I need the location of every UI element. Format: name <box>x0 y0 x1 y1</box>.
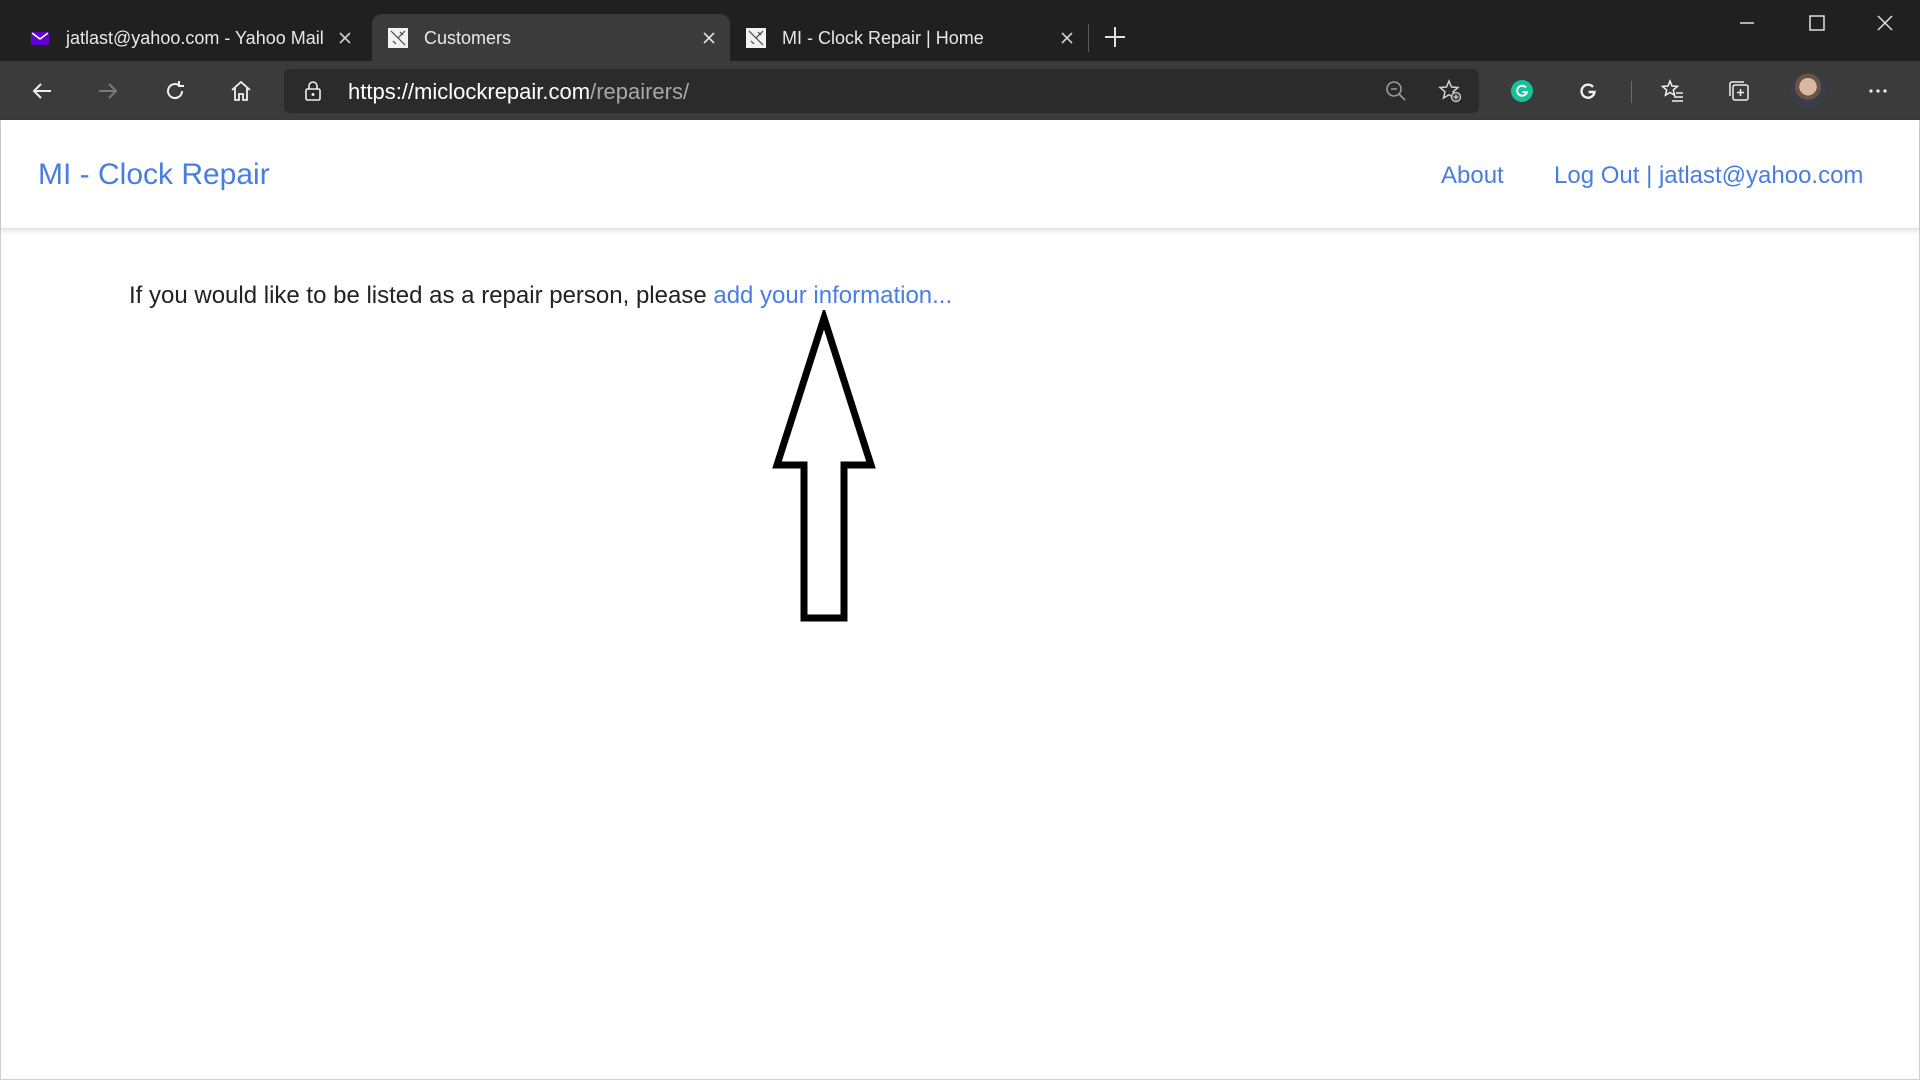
repairer-signup-message: If you would like to be listed as a repa… <box>129 282 952 310</box>
maximize-window-icon[interactable] <box>1790 6 1844 42</box>
message-text: If you would like to be listed as a repa… <box>129 282 714 309</box>
url-text[interactable]: https://miclockrepair.com/repairers/ <box>348 80 689 104</box>
home-button[interactable] <box>221 71 261 111</box>
grammarly-extension-button[interactable] <box>1502 71 1542 111</box>
google-extension-button[interactable] <box>1568 71 1608 111</box>
refresh-icon <box>167 81 184 100</box>
tab-divider <box>1088 24 1089 52</box>
nav-logout-link[interactable]: Log Out | jatlast@yahoo.com <box>1554 162 1863 190</box>
back-button[interactable] <box>22 71 62 111</box>
add-favorite-star-icon[interactable] <box>1438 79 1462 103</box>
tab-title: Customers <box>424 28 512 48</box>
grammarly-icon <box>1511 80 1533 102</box>
arrow-right-icon <box>99 83 118 99</box>
browser-toolbar: https://miclockrepair.com/repairers/ <box>0 61 1920 120</box>
site-favicon-icon <box>388 28 408 48</box>
site-navbar: MI - Clock Repair About Log Out | jatlas… <box>1 120 1919 229</box>
home-icon <box>231 80 251 101</box>
add-information-link[interactable]: add your information... <box>713 282 952 309</box>
forward-button[interactable] <box>88 71 128 111</box>
close-tab-icon[interactable] <box>334 27 356 49</box>
url-host: https://miclockrepair.com <box>348 79 591 104</box>
mail-envelope-icon <box>31 32 49 45</box>
site-brand-link[interactable]: MI - Clock Repair <box>38 158 270 192</box>
favorites-button[interactable] <box>1653 71 1693 111</box>
profile-avatar[interactable] <box>1790 73 1826 109</box>
tab-yahoo-mail[interactable]: jatlast@yahoo.com - Yahoo Mail <box>14 14 366 61</box>
close-window-icon[interactable] <box>1858 6 1912 42</box>
collections-button[interactable] <box>1719 71 1759 111</box>
close-tab-icon[interactable] <box>1056 27 1078 49</box>
browser-tabstrip: jatlast@yahoo.com - Yahoo Mail Customers… <box>0 0 1920 61</box>
url-path: /repairers/ <box>590 79 690 104</box>
address-bar[interactable]: https://miclockrepair.com/repairers/ <box>284 69 1479 113</box>
refresh-button[interactable] <box>155 71 195 111</box>
new-tab-plus-icon[interactable] <box>1100 22 1130 52</box>
lock-icon[interactable] <box>302 80 324 102</box>
more-ellipsis-icon <box>1869 89 1887 93</box>
site-favicon-icon <box>746 28 766 48</box>
close-tab-icon[interactable] <box>698 27 720 49</box>
tab-clock-repair-home[interactable]: MI - Clock Repair | Home <box>730 14 1088 61</box>
nav-about-link[interactable]: About <box>1441 162 1504 190</box>
toolbar-divider <box>1631 81 1632 103</box>
google-g-icon <box>1580 83 1596 99</box>
tab-title: jatlast@yahoo.com - Yahoo Mail <box>66 28 324 48</box>
minimize-window-icon[interactable] <box>1720 6 1774 42</box>
arrow-left-icon <box>32 83 51 99</box>
settings-more-button[interactable] <box>1858 71 1898 111</box>
zoom-out-icon[interactable] <box>1384 79 1408 103</box>
collections-icon <box>1729 81 1749 101</box>
favorites-star-list-icon <box>1661 79 1683 102</box>
up-arrow-icon <box>772 310 876 622</box>
tab-customers[interactable]: Customers <box>372 14 730 61</box>
web-page: MI - Clock Repair About Log Out | jatlas… <box>0 120 1920 1080</box>
tab-title: MI - Clock Repair | Home <box>782 28 984 48</box>
